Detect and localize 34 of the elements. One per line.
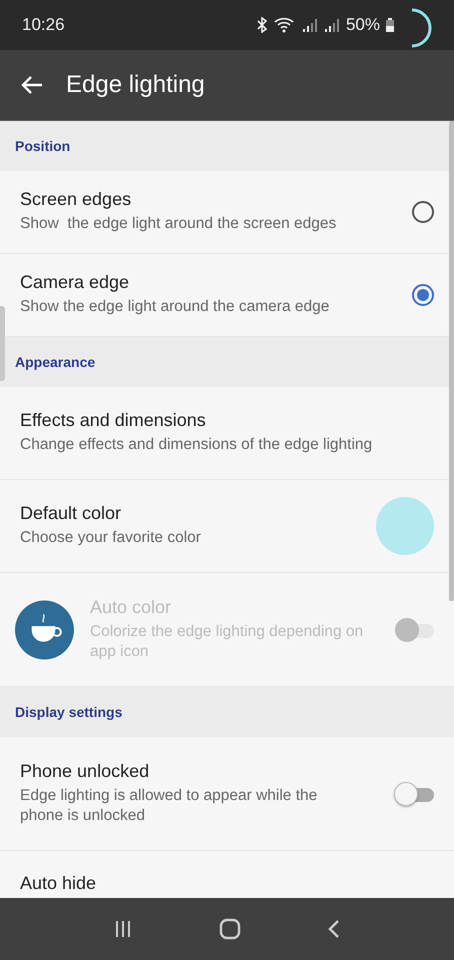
page-title: Edge lighting: [66, 71, 205, 99]
section-title: Position: [15, 138, 70, 154]
battery-percentage: 50%: [346, 15, 380, 35]
section-title: Appearance: [15, 354, 96, 370]
setting-description: Choose your favorite color: [20, 528, 202, 548]
setting-title[interactable]: Effects and dimensions: [20, 410, 434, 432]
back-arrow-icon[interactable]: [20, 75, 44, 95]
setting-description: Show the edge light around the screen edges: [20, 214, 338, 234]
battery-icon: [386, 18, 394, 32]
bluetooth-icon: [256, 17, 268, 33]
radio-button[interactable]: [412, 284, 434, 306]
setting-description: Edge lighting is allowed to appear while the phone is unlocked: [20, 786, 318, 826]
setting-description: Colorize the edge lighting depending on app icon: [90, 622, 364, 662]
recent-apps-icon[interactable]: [113, 919, 133, 939]
section-title: Display settings: [15, 704, 122, 720]
edge-light-arc: [410, 8, 432, 48]
setting-title[interactable]: Camera edge: [20, 272, 402, 294]
setting-title[interactable]: Default color: [20, 503, 366, 524]
clock: 10:26: [22, 15, 66, 35]
setting-title[interactable]: Screen edges: [20, 189, 402, 210]
back-icon[interactable]: [327, 918, 341, 940]
setting-description: Show the edge light around the camera edge: [20, 297, 330, 318]
coffee-cup-icon: [15, 600, 74, 660]
setting-description: Change effects and dimensions of the edge lighting: [20, 435, 374, 456]
wifi-icon: [274, 17, 296, 33]
scrollbar[interactable]: [449, 121, 454, 601]
toggle-switch[interactable]: [394, 784, 434, 804]
setting-title[interactable]: Phone unlocked: [20, 760, 320, 782]
radio-button[interactable]: [412, 201, 434, 223]
signal-icon: [324, 18, 340, 32]
signal-icon: [302, 18, 318, 32]
setting-title[interactable]: Auto hide: [20, 873, 434, 894]
edge-panel-handle[interactable]: [0, 306, 5, 381]
home-icon[interactable]: [219, 918, 241, 940]
